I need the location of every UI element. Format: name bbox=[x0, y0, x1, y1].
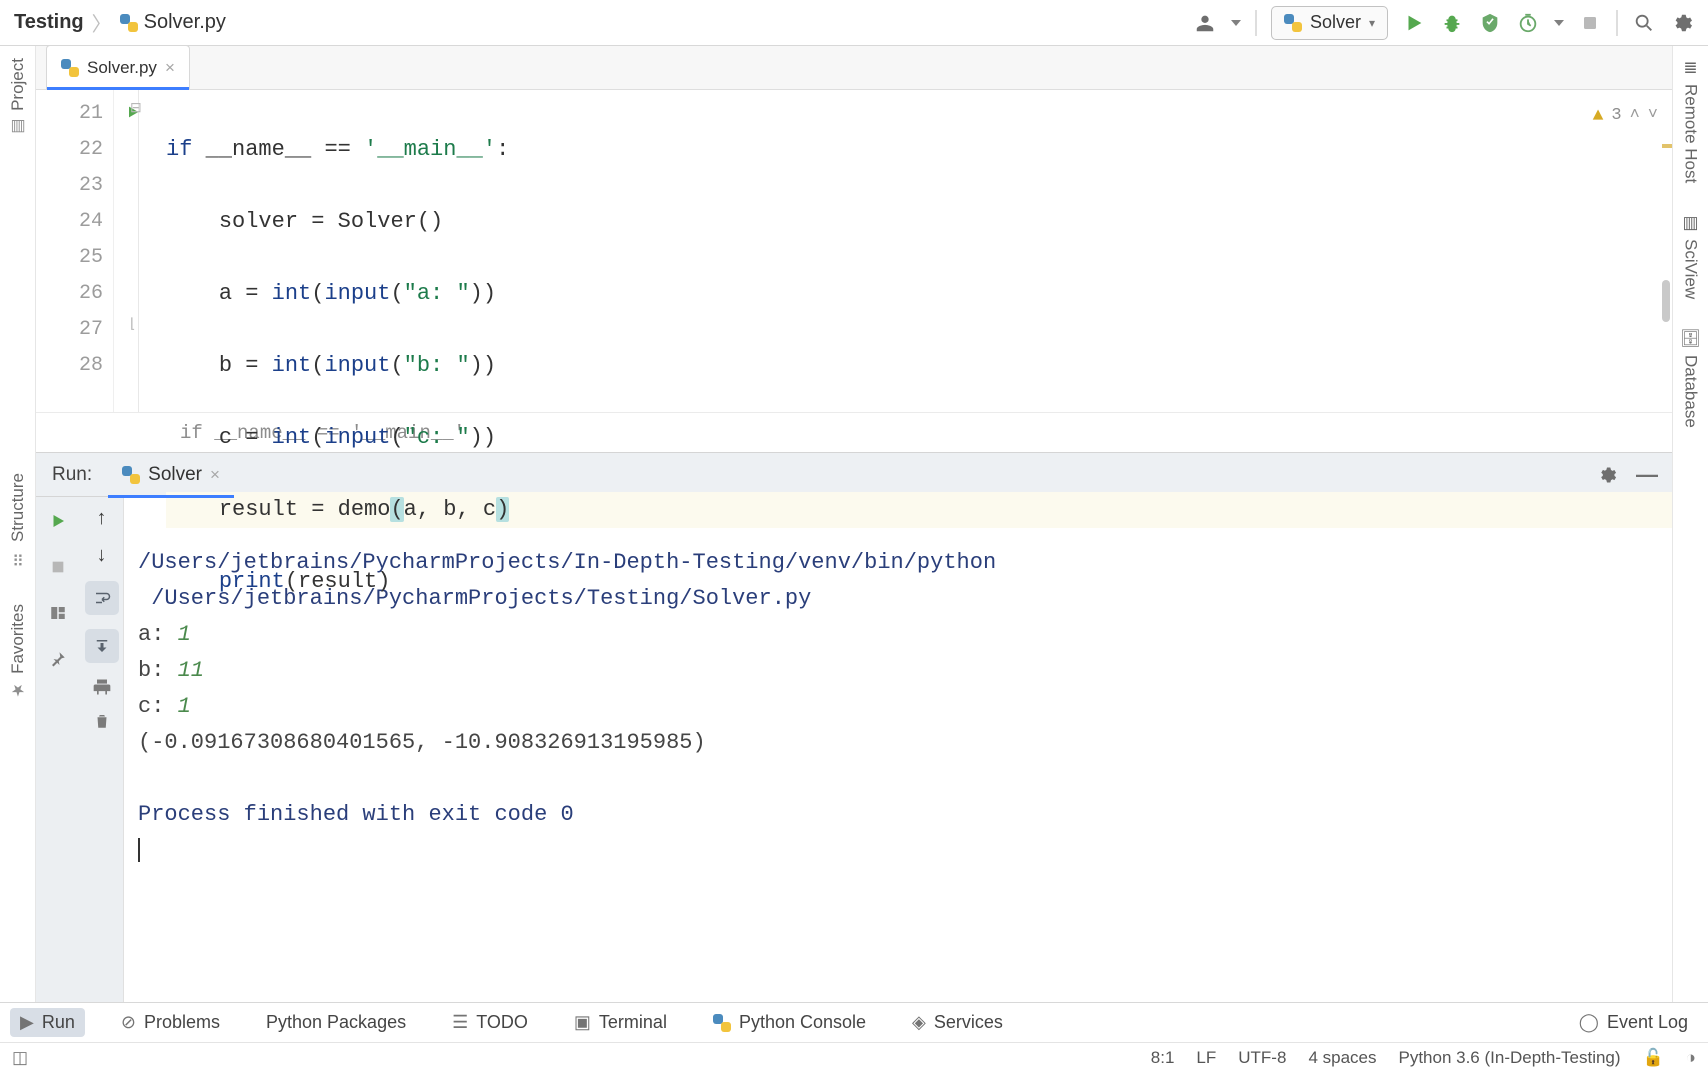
console-caret bbox=[138, 838, 140, 862]
layout-button[interactable] bbox=[44, 599, 72, 627]
tool-windows-quick-access-icon[interactable]: ◫ bbox=[12, 1048, 28, 1068]
right-tool-window-stripe: ≣ Remote Host ▥ SciView 🗄 Database bbox=[1672, 46, 1708, 1028]
editor-gutter[interactable]: 21 22 23 24 25 26 27 28 bbox=[36, 90, 114, 412]
run-label: Run: bbox=[36, 464, 108, 486]
editor-tabs-bar: Solver.py × bbox=[36, 46, 1672, 90]
breadcrumb[interactable]: Testing 〉 Solver.py bbox=[14, 8, 226, 37]
fold-end-icon[interactable]: ⌊ bbox=[130, 316, 148, 334]
editor[interactable]: 21 22 23 24 25 26 27 28 ⊟ ⌊ if __name__ … bbox=[36, 90, 1672, 412]
settings-button[interactable] bbox=[1670, 11, 1694, 35]
indent-settings[interactable]: 4 spaces bbox=[1308, 1048, 1376, 1068]
gutter-line-21[interactable]: 21 bbox=[36, 96, 113, 132]
project-tool-window-button[interactable]: ▥ Project bbox=[6, 54, 30, 141]
breadcrumb-project[interactable]: Testing bbox=[14, 11, 84, 34]
problems-icon: ⊘ bbox=[121, 1012, 136, 1033]
pin-tab-button[interactable] bbox=[44, 645, 72, 673]
console-exit-message: Process finished with exit code 0 bbox=[138, 802, 574, 827]
inspection-count: 3 bbox=[1611, 98, 1621, 134]
play-icon: ▶ bbox=[20, 1012, 34, 1033]
python-icon bbox=[713, 1014, 731, 1032]
run-configuration-selector[interactable]: Solver ▾ bbox=[1271, 6, 1388, 40]
structure-icon: ⠿ bbox=[12, 548, 24, 568]
problems-bottom-tab[interactable]: ⊘ Problems bbox=[111, 1008, 230, 1037]
services-bottom-tab[interactable]: ◈ Services bbox=[902, 1008, 1013, 1037]
user-dropdown-chevron[interactable] bbox=[1231, 20, 1241, 26]
python-file-icon bbox=[61, 59, 79, 77]
more-run-options-chevron[interactable] bbox=[1554, 20, 1564, 26]
prev-highlight-icon[interactable]: ˄ bbox=[1630, 98, 1640, 134]
services-icon: ◈ bbox=[912, 1012, 926, 1033]
file-encoding[interactable]: UTF-8 bbox=[1238, 1048, 1286, 1068]
folder-icon: ▥ bbox=[10, 117, 25, 137]
python-icon bbox=[122, 466, 140, 484]
structure-tool-window-button[interactable]: ⠿ Structure bbox=[6, 469, 30, 572]
editor-code-area[interactable]: if __name__ == '__main__': solver = Solv… bbox=[166, 90, 1672, 412]
breadcrumb-file-label: Solver.py bbox=[144, 11, 226, 34]
terminal-bottom-tab[interactable]: ▣ Terminal bbox=[564, 1008, 677, 1037]
print-button[interactable] bbox=[92, 677, 112, 697]
python-file-icon bbox=[120, 14, 138, 32]
terminal-icon: ▣ bbox=[574, 1012, 591, 1033]
left-tool-window-stripe: ▥ Project ⠿ Structure ★ Favorites bbox=[0, 46, 36, 1028]
down-stack-trace-button[interactable]: ↓ bbox=[97, 544, 107, 567]
run-bottom-tab[interactable]: ▶ Run bbox=[10, 1008, 85, 1037]
editor-tab-solver[interactable]: Solver.py × bbox=[46, 45, 190, 89]
event-log-icon: ◯ bbox=[1579, 1012, 1599, 1033]
run-with-coverage-button[interactable] bbox=[1478, 11, 1502, 35]
database-icon: 🗄 bbox=[1680, 329, 1702, 349]
favorites-tool-window-button[interactable]: ★ Favorites bbox=[6, 600, 30, 704]
debug-button[interactable] bbox=[1440, 11, 1464, 35]
run-button[interactable] bbox=[1402, 11, 1426, 35]
python-icon bbox=[1284, 14, 1302, 32]
search-everywhere-button[interactable] bbox=[1632, 11, 1656, 35]
breadcrumb-separator: 〉 bbox=[92, 8, 112, 37]
stop-button[interactable] bbox=[1578, 11, 1602, 35]
run-toolbar-primary bbox=[36, 497, 80, 1028]
add-configuration-user-icon[interactable] bbox=[1193, 11, 1217, 35]
editor-tab-label: Solver.py bbox=[87, 58, 157, 78]
next-highlight-icon[interactable]: ˅ bbox=[1648, 98, 1658, 134]
editor-fold-column[interactable]: ⊟ ⌊ bbox=[114, 90, 166, 412]
run-toolbar-secondary: ↑ ↓ bbox=[80, 497, 124, 1028]
todo-bottom-tab[interactable]: ☰ TODO bbox=[442, 1008, 538, 1037]
breadcrumb-file[interactable]: Solver.py bbox=[120, 11, 226, 34]
dropdown-triangle-icon: ▾ bbox=[1369, 16, 1375, 30]
up-stack-trace-button[interactable]: ↑ bbox=[97, 507, 107, 530]
event-log-bottom-tab[interactable]: ◯ Event Log bbox=[1569, 1008, 1698, 1037]
profile-button[interactable] bbox=[1516, 11, 1540, 35]
rerun-button[interactable] bbox=[44, 507, 72, 535]
navigation-bar: Testing 〉 Solver.py Solver ▾ bbox=[0, 0, 1708, 46]
close-tab-icon[interactable]: × bbox=[165, 58, 175, 78]
run-config-name: Solver bbox=[1310, 12, 1361, 33]
scrollbar-warning-mark[interactable] bbox=[1662, 144, 1672, 148]
inspection-widget[interactable]: ▲ 3 ˄ ˅ bbox=[1593, 98, 1658, 134]
soft-wrap-button[interactable] bbox=[85, 581, 119, 615]
python-console-bottom-tab[interactable]: Python Console bbox=[703, 1008, 876, 1037]
star-icon: ★ bbox=[10, 680, 24, 700]
read-only-toggle-icon[interactable]: 🔓 bbox=[1643, 1048, 1664, 1068]
clear-all-button[interactable] bbox=[93, 711, 111, 731]
bottom-tool-window-stripe: ▶ Run ⊘ Problems Python Packages ☰ TODO … bbox=[0, 1002, 1708, 1042]
python-interpreter[interactable]: Python 3.6 (In-Depth-Testing) bbox=[1398, 1048, 1620, 1068]
status-bar: ◫ 8:1 LF UTF-8 4 spaces Python 3.6 (In-D… bbox=[0, 1042, 1708, 1072]
line-separator[interactable]: LF bbox=[1196, 1048, 1216, 1068]
warning-icon: ▲ bbox=[1593, 98, 1604, 134]
scroll-to-end-button[interactable] bbox=[85, 629, 119, 663]
scrollbar-thumb[interactable] bbox=[1662, 280, 1670, 322]
run-window-tab[interactable]: Solver × bbox=[108, 453, 234, 497]
todo-icon: ☰ bbox=[452, 1012, 468, 1033]
stop-process-button[interactable] bbox=[44, 553, 72, 581]
close-run-tab-icon[interactable]: × bbox=[210, 465, 220, 485]
fold-start-icon[interactable]: ⊟ bbox=[130, 100, 148, 118]
caret-position[interactable]: 8:1 bbox=[1151, 1048, 1175, 1068]
python-packages-bottom-tab[interactable]: Python Packages bbox=[256, 1008, 416, 1037]
server-icon: ≣ bbox=[1683, 58, 1697, 78]
editor-scrollbar[interactable] bbox=[1662, 90, 1672, 412]
ide-notifications-icon[interactable]: ◑ bbox=[1686, 1048, 1696, 1068]
database-tool-window-button[interactable]: 🗄 Database bbox=[1678, 325, 1704, 432]
